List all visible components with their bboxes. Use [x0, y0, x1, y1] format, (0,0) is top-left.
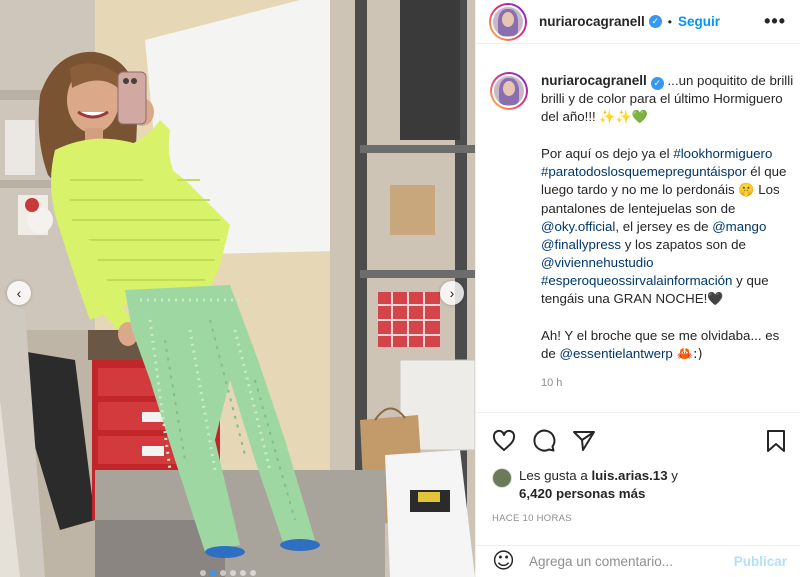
caption-text: Por aquí os dejo ya el: [541, 146, 674, 161]
liker-username[interactable]: luis.arias.13: [591, 468, 667, 483]
liker-avatar[interactable]: [492, 468, 512, 488]
shush-emoji: 🤫: [738, 183, 755, 198]
hashtag-link[interactable]: #paratodoslosquemepreguntáispor: [541, 164, 747, 179]
mention-link[interactable]: @oky.official: [541, 219, 615, 234]
caption-text-2: Por aquí os dejo ya el #lookhormiguero #…: [541, 145, 794, 309]
comment-bar: ☺ Publicar: [476, 545, 800, 577]
follow-button[interactable]: Seguir: [678, 14, 720, 29]
likes-summary: Les gusta a luis.arias.13 y 6,420 person…: [476, 467, 800, 503]
heart-icon: [492, 429, 516, 451]
crab-emoji: 🦀:): [672, 347, 703, 362]
hashtag-link[interactable]: #esperoqueossirvalainformación: [541, 273, 732, 288]
carousel-dot: [240, 570, 246, 576]
carousel-dots: [200, 570, 256, 576]
caption-text: y los zapatos son de: [621, 237, 746, 252]
likes-connector: y: [667, 468, 678, 483]
mention-link[interactable]: @finallypress: [541, 237, 621, 252]
mention-link[interactable]: @mango: [712, 219, 766, 234]
carousel-next-button[interactable]: ›: [440, 281, 464, 305]
comment-icon: [533, 429, 556, 452]
carousel-dot: [230, 570, 236, 576]
share-button[interactable]: [572, 429, 596, 453]
carousel-dot: [220, 570, 226, 576]
like-button[interactable]: [492, 429, 516, 453]
publish-button[interactable]: Publicar: [734, 554, 787, 569]
hashtag-link[interactable]: #lookhormiguero: [673, 146, 772, 161]
chevron-right-icon: ›: [449, 285, 455, 301]
caption-author-avatar[interactable]: [490, 72, 528, 110]
caption-username[interactable]: nuriarocagranell: [541, 73, 647, 88]
action-bar: [476, 413, 800, 463]
post-photo[interactable]: ‹ ›: [0, 0, 475, 577]
send-icon: [573, 431, 595, 451]
mention-link[interactable]: @viviennehustudio: [541, 255, 654, 270]
save-button[interactable]: [765, 429, 787, 453]
black-heart-emoji: 🖤: [707, 292, 724, 307]
caption-verified-icon: ✓: [650, 77, 664, 90]
caption-body: nuriarocagranell ✓ ...un poquitito de bri…: [541, 72, 794, 392]
emoji-picker-icon[interactable]: ☺: [492, 549, 515, 574]
carousel-dot: [200, 570, 206, 576]
carousel-dot: [250, 570, 256, 576]
carousel-dot: [210, 570, 216, 576]
post-age[interactable]: HACE 10 HORAS: [476, 513, 800, 524]
author-avatar[interactable]: [489, 2, 527, 41]
carousel-prev-button[interactable]: ‹: [7, 281, 31, 305]
post-header: nuriarocagranell ✓ • Seguir •••: [476, 0, 800, 44]
likes-text: Les gusta a luis.arias.13 y 6,420 person…: [519, 467, 678, 503]
likes-count-link[interactable]: 6,420 personas más: [519, 486, 645, 501]
post-footer: Les gusta a luis.arias.13 y 6,420 person…: [476, 412, 800, 524]
sparkles-heart-emoji: ✨✨💚: [599, 110, 648, 125]
caption-text: , el jersey es de: [615, 219, 713, 234]
chevron-left-icon: ‹: [16, 285, 22, 301]
author-username[interactable]: nuriarocagranell: [539, 14, 645, 29]
caption-text-3: Ah! Y el broche que se me olvidaba... es…: [541, 327, 794, 364]
likes-prefix: Les gusta a: [519, 468, 592, 483]
verified-badge-icon: ✓: [648, 15, 662, 28]
caption-text-1: nuriarocagranell ✓ ...un poquitito de bri…: [541, 72, 794, 127]
caption-timestamp[interactable]: 10 h: [541, 374, 794, 392]
comment-button[interactable]: [532, 429, 556, 453]
more-options-icon[interactable]: •••: [764, 11, 786, 32]
post-panel: nuriarocagranell ✓ • Seguir ••• nuriaroc…: [475, 0, 800, 577]
header-separator: •: [667, 14, 672, 29]
comment-input[interactable]: [528, 554, 734, 569]
caption: nuriarocagranell ✓ ...un poquitito de bri…: [490, 72, 794, 392]
photo-illustration: [0, 0, 475, 577]
bookmark-icon: [767, 430, 785, 452]
mention-link[interactable]: @essentielantwerp: [560, 346, 673, 361]
